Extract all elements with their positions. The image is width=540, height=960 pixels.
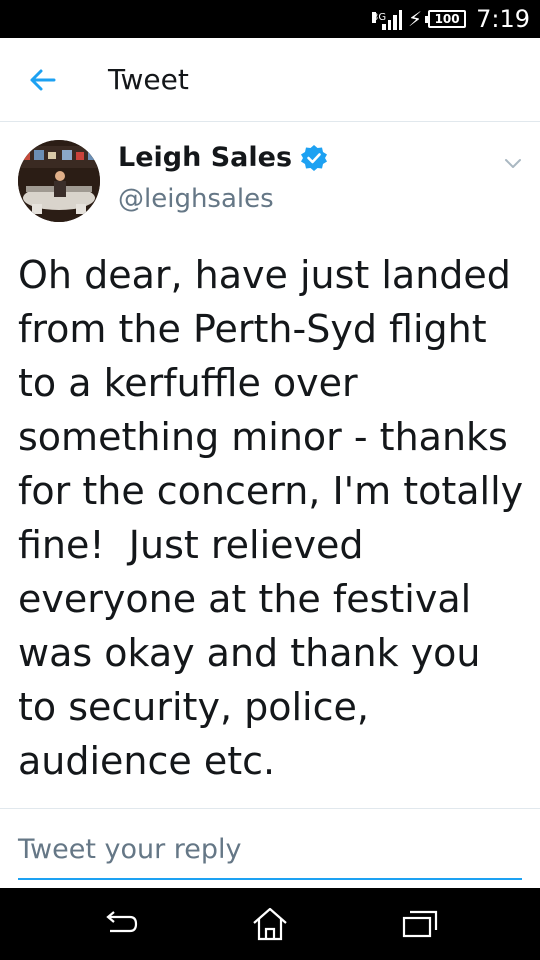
status-icons: 3G ⚡ 100 7:19 [372,0,530,38]
app-bar: Tweet [0,38,540,122]
clock: 7:19 [476,5,530,33]
signal-icon: 3G [372,8,403,30]
network-type: 3G [372,12,387,23]
author-handle[interactable]: @leighsales [118,184,274,214]
arrow-left-icon [30,69,56,91]
verified-badge-icon [301,144,328,171]
battery-level: 100 [434,12,460,26]
avatar-image [18,140,100,222]
author-row: Leigh Sales [118,142,328,173]
tweet-menu-button[interactable] [500,150,526,176]
battery-icon: 100 [425,10,467,28]
nav-recent-apps-button[interactable] [396,904,444,944]
charging-icon: ⚡ [408,7,423,31]
page-title: Tweet [108,63,189,96]
tweet-text: Oh dear, have just landed from the Perth… [18,253,536,783]
status-bar: 3G ⚡ 100 7:19 [0,0,540,38]
back-button[interactable] [22,62,62,98]
avatar[interactable] [18,140,100,222]
home-nav-icon [253,907,287,941]
tweet-actions-cut [20,800,520,808]
recent-apps-icon [402,910,438,938]
navigation-bar [0,888,540,960]
reply-input[interactable]: Tweet your reply [18,820,522,880]
chevron-down-icon [505,159,521,168]
divider [0,808,540,809]
nav-back-button[interactable] [96,904,144,944]
reply-placeholder: Tweet your reply [18,833,242,865]
nav-home-button[interactable] [246,904,294,944]
back-nav-icon [106,911,138,933]
author-name[interactable]: Leigh Sales [118,142,292,173]
